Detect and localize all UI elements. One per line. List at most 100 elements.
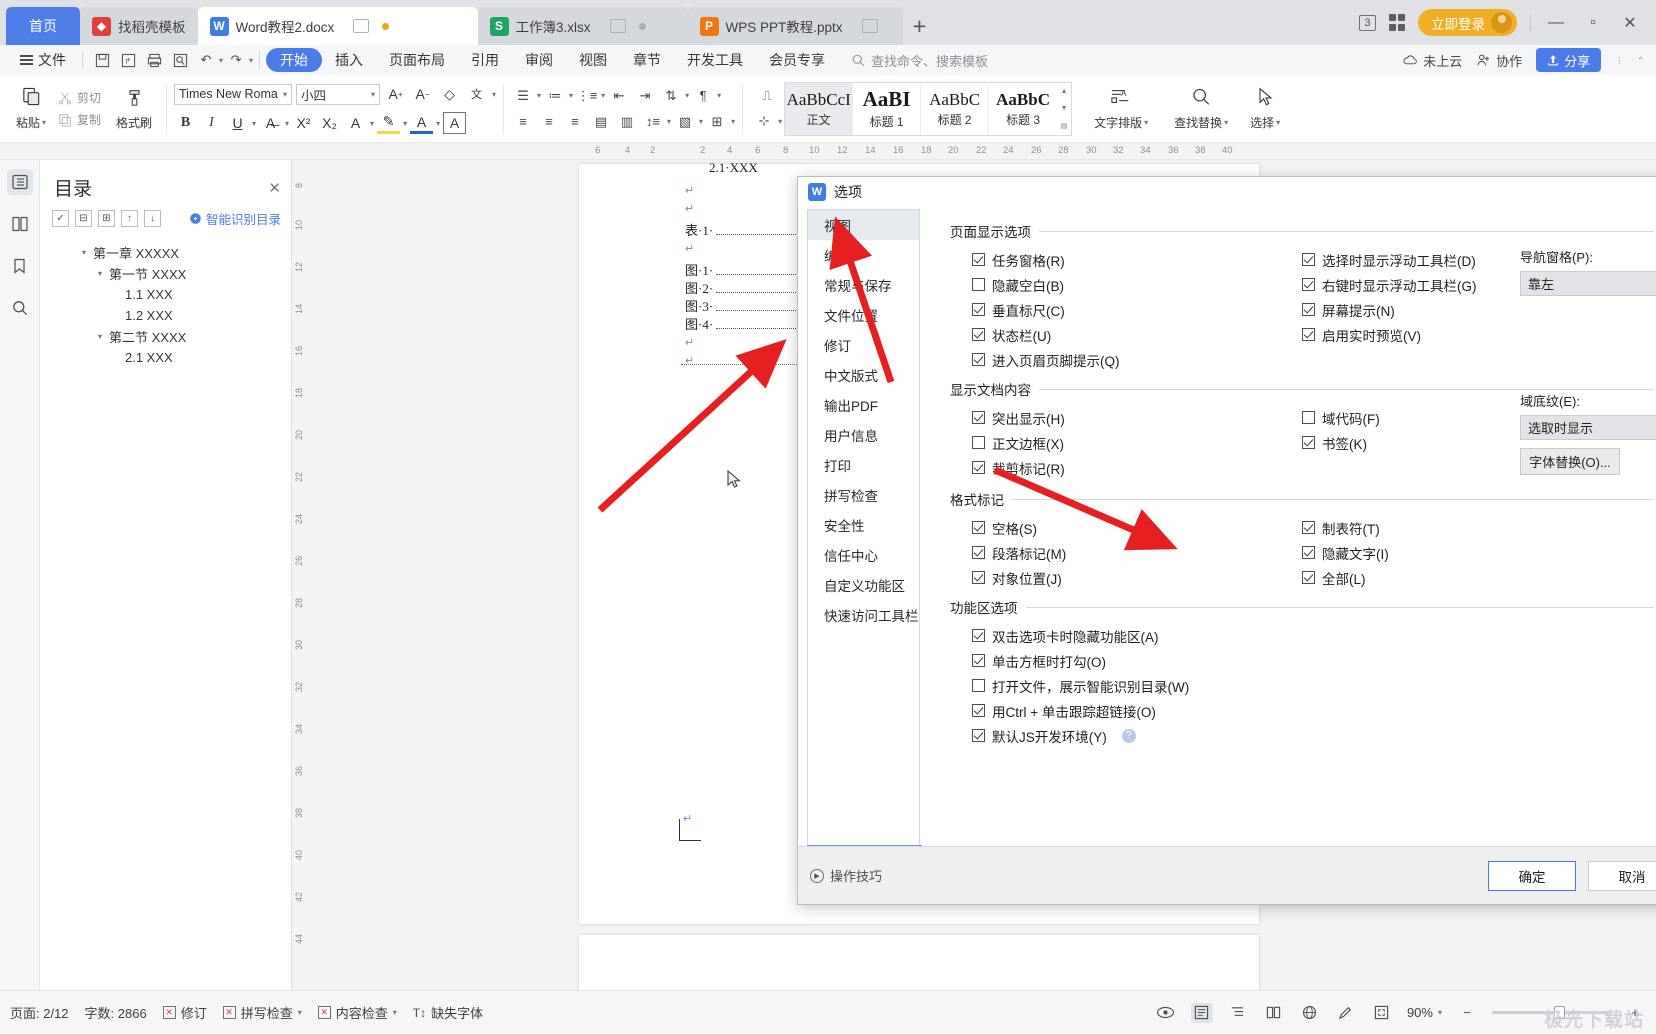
save-icon[interactable]	[89, 49, 115, 71]
checkbox-field-code[interactable]: 域代码(F)	[1302, 405, 1380, 430]
fit-page-icon[interactable]	[1371, 1003, 1393, 1023]
borders-button[interactable]: ⊞	[705, 111, 729, 133]
bookmark-icon[interactable]	[7, 253, 33, 279]
dialog-nav-general-save[interactable]: 常规与保存	[808, 270, 919, 300]
checkbox-box[interactable]	[972, 679, 985, 692]
word-count[interactable]: 字数: 2866	[85, 1003, 147, 1022]
dialog-nav-file-location[interactable]: 文件位置	[808, 300, 919, 330]
ribbon-tab-references[interactable]: 引用	[458, 48, 512, 72]
decrease-font-size-button[interactable]: A −	[411, 83, 434, 105]
chevron-down-icon[interactable]: ▾	[537, 91, 541, 100]
position-icon[interactable]: ⊹	[752, 110, 776, 132]
chevron-down-icon[interactable]: ▾	[731, 117, 735, 126]
checkbox-task-pane[interactable]: 任务窗格(R)	[972, 247, 1120, 272]
justify-button[interactable]: ▤	[589, 111, 613, 133]
sort-button[interactable]: ⇅	[659, 85, 683, 107]
superscript-button[interactable]: X²	[292, 112, 315, 134]
spellcheck-toggle[interactable]: ✕ 拼写检查 ▾	[222, 1003, 302, 1022]
copy-button[interactable]: 复制	[58, 111, 101, 128]
print-preview-icon[interactable]	[167, 49, 193, 71]
ribbon-tab-view[interactable]: 视图	[566, 48, 620, 72]
screen-count-badge[interactable]: 3	[1359, 14, 1376, 31]
chevron-down-icon[interactable]: ▾	[601, 91, 605, 100]
subscript-button[interactable]: X₂	[318, 112, 341, 134]
shading-button[interactable]: ▧	[673, 111, 697, 133]
checkbox-box[interactable]	[972, 729, 985, 742]
eye-icon[interactable]	[1155, 1003, 1177, 1023]
character-border-button[interactable]: A	[344, 112, 367, 134]
nav-pane-position-select[interactable]: 靠左 ▼	[1520, 271, 1656, 296]
checkbox-space[interactable]: 空格(S)	[972, 515, 1066, 540]
checkbox-paragraph-mark[interactable]: 段落标记(M)	[972, 540, 1066, 565]
tab-ppt-doc[interactable]: P WPS PPT教程.pptx	[687, 7, 903, 45]
missing-font-indicator[interactable]: T↕ 缺失字体	[413, 1003, 483, 1022]
toc-item-5[interactable]: 2.1 XXX	[40, 347, 291, 368]
highlight-color-button[interactable]: ✎	[377, 112, 401, 134]
align-left-button[interactable]: ≡	[511, 111, 535, 133]
close-button[interactable]: ✕	[1618, 13, 1642, 33]
decrease-indent-button[interactable]: ⇤	[607, 85, 631, 107]
ribbon-tab-page-layout[interactable]: 页面布局	[376, 48, 458, 72]
toc-expand-all-icon[interactable]: ⊞	[98, 210, 115, 227]
text-layout-button[interactable]: A 文字排版 ▾	[1094, 87, 1148, 131]
checkbox-hide-whitespace[interactable]: 隐藏空白(B)	[972, 272, 1120, 297]
chevron-down-icon[interactable]: ▾	[492, 90, 496, 99]
dialog-nav-spellcheck[interactable]: 拼写检查	[808, 480, 919, 510]
home-tab[interactable]: 首页	[6, 7, 80, 45]
show-marks-button[interactable]: ¶	[691, 85, 715, 107]
app-grid-icon[interactable]	[1388, 14, 1405, 31]
font-substitution-button[interactable]: 字体替换(O)...	[1520, 448, 1620, 475]
ink-pen-icon[interactable]	[1335, 1003, 1357, 1023]
checkbox-default-js-env[interactable]: 默认JS开发环境(Y) ?	[972, 723, 1189, 748]
reading-view-icon[interactable]	[1263, 1003, 1285, 1023]
checkbox-box[interactable]	[1302, 571, 1315, 584]
scroll-down-icon[interactable]: ▼	[1061, 105, 1068, 112]
field-shading-select[interactable]: 选取时显示 ▼	[1520, 415, 1656, 440]
bullet-list-button[interactable]: ☰	[511, 85, 535, 107]
checkbox-box[interactable]	[1302, 328, 1315, 341]
dialog-nav-quick-access[interactable]: 快速访问工具栏	[808, 600, 919, 630]
toc-level-up-icon[interactable]: ↑	[121, 210, 138, 227]
options-dialog[interactable]: W 选项 视图 编辑 常规与保存 文件位置 修订 中文版式 输出PDF 用户信息…	[797, 176, 1656, 905]
tips-button[interactable]: ▶ 操作技巧	[810, 866, 882, 885]
checkbox-status-bar[interactable]: 状态栏(U)	[972, 322, 1120, 347]
checkbox-all-marks[interactable]: 全部(L)	[1302, 565, 1389, 590]
revision-toggle[interactable]: ✕ 修订	[162, 1003, 207, 1022]
ribbon-tab-start[interactable]: 开始	[266, 48, 323, 72]
print-icon[interactable]	[141, 49, 167, 71]
ribbon-tab-insert[interactable]: 插入	[322, 48, 376, 72]
chevron-down-icon[interactable]: ▾	[778, 117, 782, 126]
align-right-button[interactable]: ≡	[563, 111, 587, 133]
checkbox-box[interactable]	[1302, 253, 1315, 266]
checkbox-click-box-check[interactable]: 单击方框时打勾(O)	[972, 648, 1189, 673]
align-center-button[interactable]: ≡	[537, 111, 561, 133]
print-layout-view-icon[interactable]	[1190, 1002, 1213, 1023]
toc-collapse-all-icon[interactable]: ⊟	[75, 210, 92, 227]
underline-button[interactable]: U	[226, 112, 249, 134]
collapse-ribbon-icon[interactable]: ⌃	[1637, 56, 1644, 65]
ok-button[interactable]: 确定	[1488, 860, 1576, 891]
italic-button[interactable]: I	[200, 112, 223, 134]
bold-button[interactable]: B	[174, 112, 197, 134]
dialog-nav-custom-ribbon[interactable]: 自定义功能区	[808, 570, 919, 600]
chevron-down-icon[interactable]: ▾	[685, 91, 689, 100]
cloud-status[interactable]: 未上云	[1403, 51, 1462, 70]
outline-icon[interactable]	[6, 169, 33, 195]
styles-scroll[interactable]: ▲ ▼ ▤	[1057, 82, 1072, 135]
close-icon[interactable]: ✕	[268, 179, 281, 197]
zoom-level[interactable]: 90% ▾	[1407, 1005, 1442, 1020]
checkbox-box[interactable]	[972, 328, 985, 341]
search-icon[interactable]	[7, 295, 33, 321]
checkbox-box[interactable]	[972, 571, 985, 584]
undo-icon[interactable]: ↶	[193, 49, 219, 71]
checkbox-dblclick-hide-ribbon[interactable]: 双击选项卡时隐藏功能区(A)	[972, 623, 1189, 648]
redo-icon[interactable]: ↷	[223, 49, 249, 71]
minimize-button[interactable]: —	[1544, 14, 1568, 32]
scroll-up-icon[interactable]: ▲	[1061, 88, 1068, 95]
checkbox-hidden-text[interactable]: 隐藏文字(I)	[1302, 540, 1389, 565]
style-normal[interactable]: AaBbCcI 正文	[785, 82, 854, 135]
pinyin-guide-icon[interactable]: 文	[465, 83, 488, 105]
toc-item-0[interactable]: ▾ 第一章 XXXXX	[40, 242, 291, 263]
ribbon-tab-member[interactable]: 会员专享	[756, 48, 838, 72]
chevron-down-icon[interactable]: ▾	[298, 1008, 302, 1017]
